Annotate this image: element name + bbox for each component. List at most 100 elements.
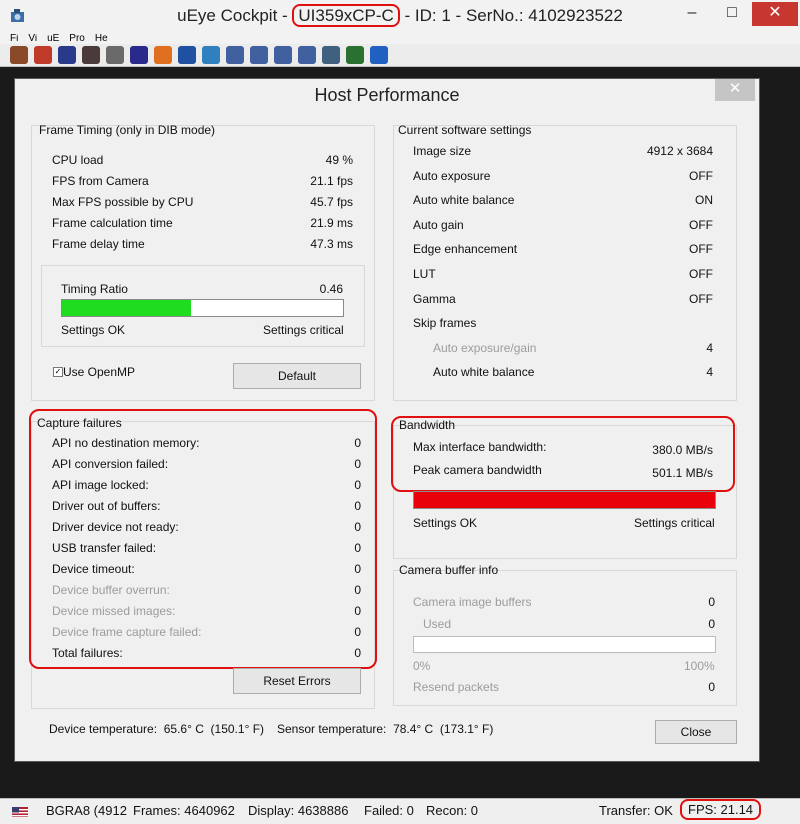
- zoom-reset-icon[interactable]: [298, 46, 316, 64]
- frame-timing-label: CPU load: [52, 153, 104, 167]
- software-setting-value: OFF: [689, 291, 713, 306]
- save-icon[interactable]: [178, 46, 196, 64]
- bandwidth-value: 380.0 MB/s: [652, 443, 713, 457]
- frame-timing-value: 47.3 ms: [310, 237, 353, 251]
- model-highlight: UI359xCP-C: [292, 4, 400, 27]
- capture-failure-label: Device buffer overrun:: [52, 583, 170, 597]
- buffer-used-bar: [413, 636, 716, 653]
- zoom-in-icon[interactable]: [250, 46, 268, 64]
- capture-failure-label: Driver device not ready:: [52, 520, 179, 534]
- wrench-icon[interactable]: [106, 46, 124, 64]
- bandwidth-label: Peak camera bandwidth: [413, 463, 542, 477]
- capture-failure-label: Device missed images:: [52, 604, 176, 618]
- device-temperature: Device temperature: 65.6° C (150.1° F): [49, 722, 265, 736]
- capture-failure-label: API no destination memory:: [52, 436, 200, 450]
- status-transfer: Transfer: OK: [599, 803, 673, 818]
- status-bar: BGRA8 (4912 Frames: 4640962 Display: 463…: [0, 798, 800, 824]
- minimize-button[interactable]: –: [672, 2, 712, 26]
- bandwidth-label: Max interface bandwidth:: [413, 440, 547, 454]
- capture-failure-value: 0: [354, 625, 361, 639]
- camera-buffer-title: Camera buffer info: [399, 563, 499, 577]
- software-setting-label: LUT: [413, 267, 436, 281]
- buffer-used-value: 0: [708, 617, 715, 631]
- probe-icon[interactable]: [10, 46, 28, 64]
- frame-timing-label: FPS from Camera: [52, 174, 149, 188]
- timing-ok-label: Settings OK: [61, 323, 126, 337]
- menu-ueye[interactable]: uE: [47, 34, 59, 44]
- menu-bar: Fi Vi uE Pro He: [0, 34, 800, 44]
- capture-failure-value: 0: [354, 436, 361, 450]
- host-performance-dialog: Host Performance ✕ Frame Timing (only in…: [14, 78, 760, 762]
- bandwidth-critical-label: Settings critical: [634, 516, 715, 530]
- status-recon: Recon: 0: [426, 803, 479, 818]
- capture-failure-value: 0: [354, 541, 361, 555]
- frame-timing-label: Frame delay time: [52, 237, 145, 251]
- software-setting-label: Auto exposure/gain: [433, 340, 537, 355]
- software-setting-label: Auto gain: [413, 217, 464, 232]
- capture-failure-value: 0: [354, 478, 361, 492]
- capture-failure-label: Device frame capture failed:: [52, 625, 202, 639]
- buffer-min-label: 0%: [413, 659, 431, 673]
- dialog-close-button[interactable]: ✕: [715, 79, 755, 101]
- software-setting-value: 4: [706, 365, 713, 380]
- eye-icon[interactable]: [130, 46, 148, 64]
- timing-ratio-bar-fill: [62, 300, 192, 316]
- camera-image-buffers-label: Camera image buffers: [413, 595, 532, 609]
- capture-failure-label: Total failures:: [52, 646, 123, 660]
- dialog-title: Host Performance: [314, 85, 460, 105]
- menu-view[interactable]: Vi: [28, 34, 37, 44]
- frame-timing-value: 45.7 fps: [310, 195, 353, 209]
- menu-properties[interactable]: Pro: [69, 34, 85, 44]
- toolbar: [0, 44, 800, 67]
- bandwidth-value: 501.1 MB/s: [652, 466, 713, 480]
- zoom-icon[interactable]: [226, 46, 244, 64]
- color-icon[interactable]: [154, 46, 172, 64]
- diamond-icon[interactable]: [58, 46, 76, 64]
- software-setting-label: Auto white balance: [413, 193, 515, 208]
- status-failed: Failed: 0: [364, 803, 414, 818]
- software-setting-label: Gamma: [413, 291, 456, 306]
- bandwidth-title: Bandwidth: [399, 418, 456, 432]
- menu-help[interactable]: He: [95, 34, 108, 44]
- histogram-icon[interactable]: [322, 46, 340, 64]
- reset-errors-button[interactable]: Reset Errors: [233, 668, 361, 694]
- timing-ratio-label: Timing Ratio: [61, 282, 128, 296]
- timing-ratio-bar: [61, 299, 344, 317]
- status-display: Display: 4638886: [248, 803, 349, 818]
- default-button[interactable]: Default: [233, 363, 361, 389]
- magnify-icon[interactable]: [346, 46, 364, 64]
- software-setting-label: Edge enhancement: [413, 242, 518, 257]
- frame-timing-value: 21.9 ms: [310, 216, 353, 230]
- help-icon[interactable]: [370, 46, 388, 64]
- zoom-out-icon[interactable]: [274, 46, 292, 64]
- status-format: BGRA8 (4912: [46, 803, 127, 818]
- software-setting-value: OFF: [689, 168, 713, 183]
- capture-failure-value: 0: [354, 499, 361, 513]
- software-setting-value: 4: [706, 340, 713, 355]
- window-close-button[interactable]: ✕: [752, 2, 798, 26]
- frame-timing-label: Frame calculation time: [52, 216, 173, 230]
- resend-packets-label: Resend packets: [413, 680, 500, 694]
- capture-failure-label: API conversion failed:: [52, 457, 169, 471]
- bandwidth-ok-label: Settings OK: [413, 516, 478, 530]
- capture-failure-label: API image locked:: [52, 478, 149, 492]
- resend-packets-value: 0: [708, 680, 715, 694]
- status-fps: FPS: 21.14: [680, 799, 762, 820]
- diamond-dark-icon[interactable]: [82, 46, 100, 64]
- frame-timing-title: Frame Timing (only in DIB mode): [39, 123, 216, 137]
- camera-icon[interactable]: [34, 46, 52, 64]
- buffer-max-label: 100%: [684, 659, 715, 673]
- software-setting-value: OFF: [689, 242, 713, 257]
- software-setting-value: OFF: [689, 217, 713, 232]
- capture-failure-value: 0: [354, 562, 361, 576]
- maximize-button[interactable]: □: [712, 2, 752, 26]
- timing-ratio-value: 0.46: [319, 282, 343, 296]
- menu-file[interactable]: Fi: [10, 34, 18, 44]
- close-button[interactable]: Close: [655, 720, 737, 744]
- fit-icon[interactable]: [202, 46, 220, 64]
- software-setting-label: Auto exposure: [413, 168, 491, 183]
- camera-image-buffers-value: 0: [708, 595, 715, 609]
- software-setting-value: OFF: [689, 267, 713, 281]
- software-setting-label: Auto white balance: [433, 365, 535, 380]
- openmp-checkbox[interactable]: ✓: [53, 367, 63, 377]
